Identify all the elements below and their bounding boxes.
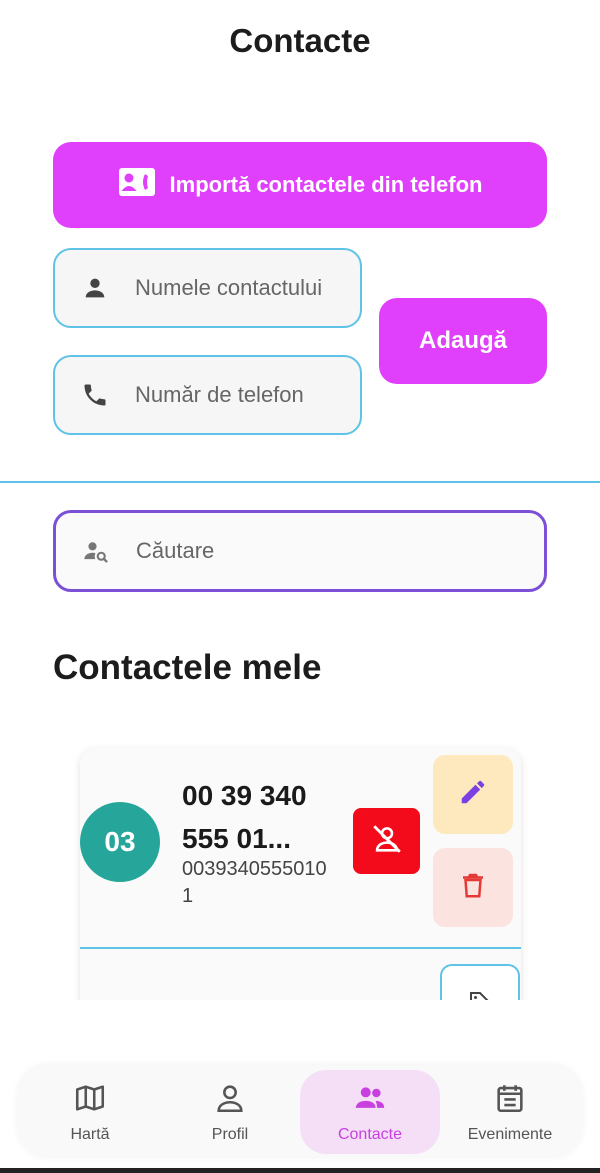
- phone-number-input[interactable]: [135, 382, 335, 408]
- card-divider: [80, 947, 521, 949]
- calendar-icon: [493, 1081, 527, 1120]
- contact-name: 00 39 340 555 01...: [182, 780, 307, 854]
- nav-item-contacte[interactable]: Contacte: [300, 1070, 440, 1154]
- search-field[interactable]: [53, 510, 547, 592]
- phone-number-field[interactable]: [53, 355, 362, 435]
- section-divider: [0, 481, 600, 483]
- pencil-icon: [458, 777, 488, 812]
- delete-contact-button[interactable]: [433, 848, 513, 927]
- import-contacts-label: Importă contactele din telefon: [169, 172, 483, 197]
- map-icon: [73, 1081, 107, 1120]
- contact-list[interactable]: 03 00 39 340 555 01... 00393405550101: [60, 740, 540, 1000]
- contact-phone-icon: [118, 167, 156, 203]
- search-input[interactable]: [136, 538, 486, 564]
- nav-label: Evenimente: [467, 1125, 553, 1143]
- person-off-icon: [370, 822, 404, 861]
- nav-label: Hartă: [70, 1125, 110, 1143]
- import-contacts-button[interactable]: Importă contactele din telefon: [53, 142, 547, 228]
- block-contact-button[interactable]: [353, 808, 420, 874]
- label-contact-button[interactable]: [440, 964, 520, 1000]
- contact-phone: 00393405550101: [182, 858, 327, 907]
- add-contact-button[interactable]: Adaugă: [379, 298, 547, 384]
- nav-item-evenimente[interactable]: Evenimente: [440, 1070, 580, 1154]
- trash-icon: [458, 870, 488, 905]
- person-icon: [213, 1081, 247, 1120]
- person-icon: [55, 274, 135, 302]
- phone-icon: [55, 381, 135, 409]
- people-icon: [353, 1081, 387, 1120]
- nav-label: Profil: [211, 1125, 249, 1143]
- nav-item-harta[interactable]: Hartă: [20, 1070, 160, 1154]
- bottom-navigation: Hartă Profil Contacte Evenimente: [18, 1066, 582, 1158]
- nav-label: Contacte: [337, 1125, 403, 1143]
- page-title: Contacte: [229, 22, 371, 59]
- avatar: 03: [80, 802, 160, 882]
- system-gesture-bar: [0, 1168, 600, 1173]
- contact-name-field[interactable]: [53, 248, 362, 328]
- contact-card[interactable]: 03 00 39 340 555 01... 00393405550101: [80, 748, 521, 1000]
- person-search-icon: [56, 537, 136, 565]
- nav-item-profil[interactable]: Profil: [160, 1070, 300, 1154]
- tag-icon: [468, 990, 492, 1000]
- edit-contact-button[interactable]: [433, 755, 513, 834]
- contact-name-input[interactable]: [135, 275, 335, 301]
- section-title: Contactele mele: [53, 648, 322, 687]
